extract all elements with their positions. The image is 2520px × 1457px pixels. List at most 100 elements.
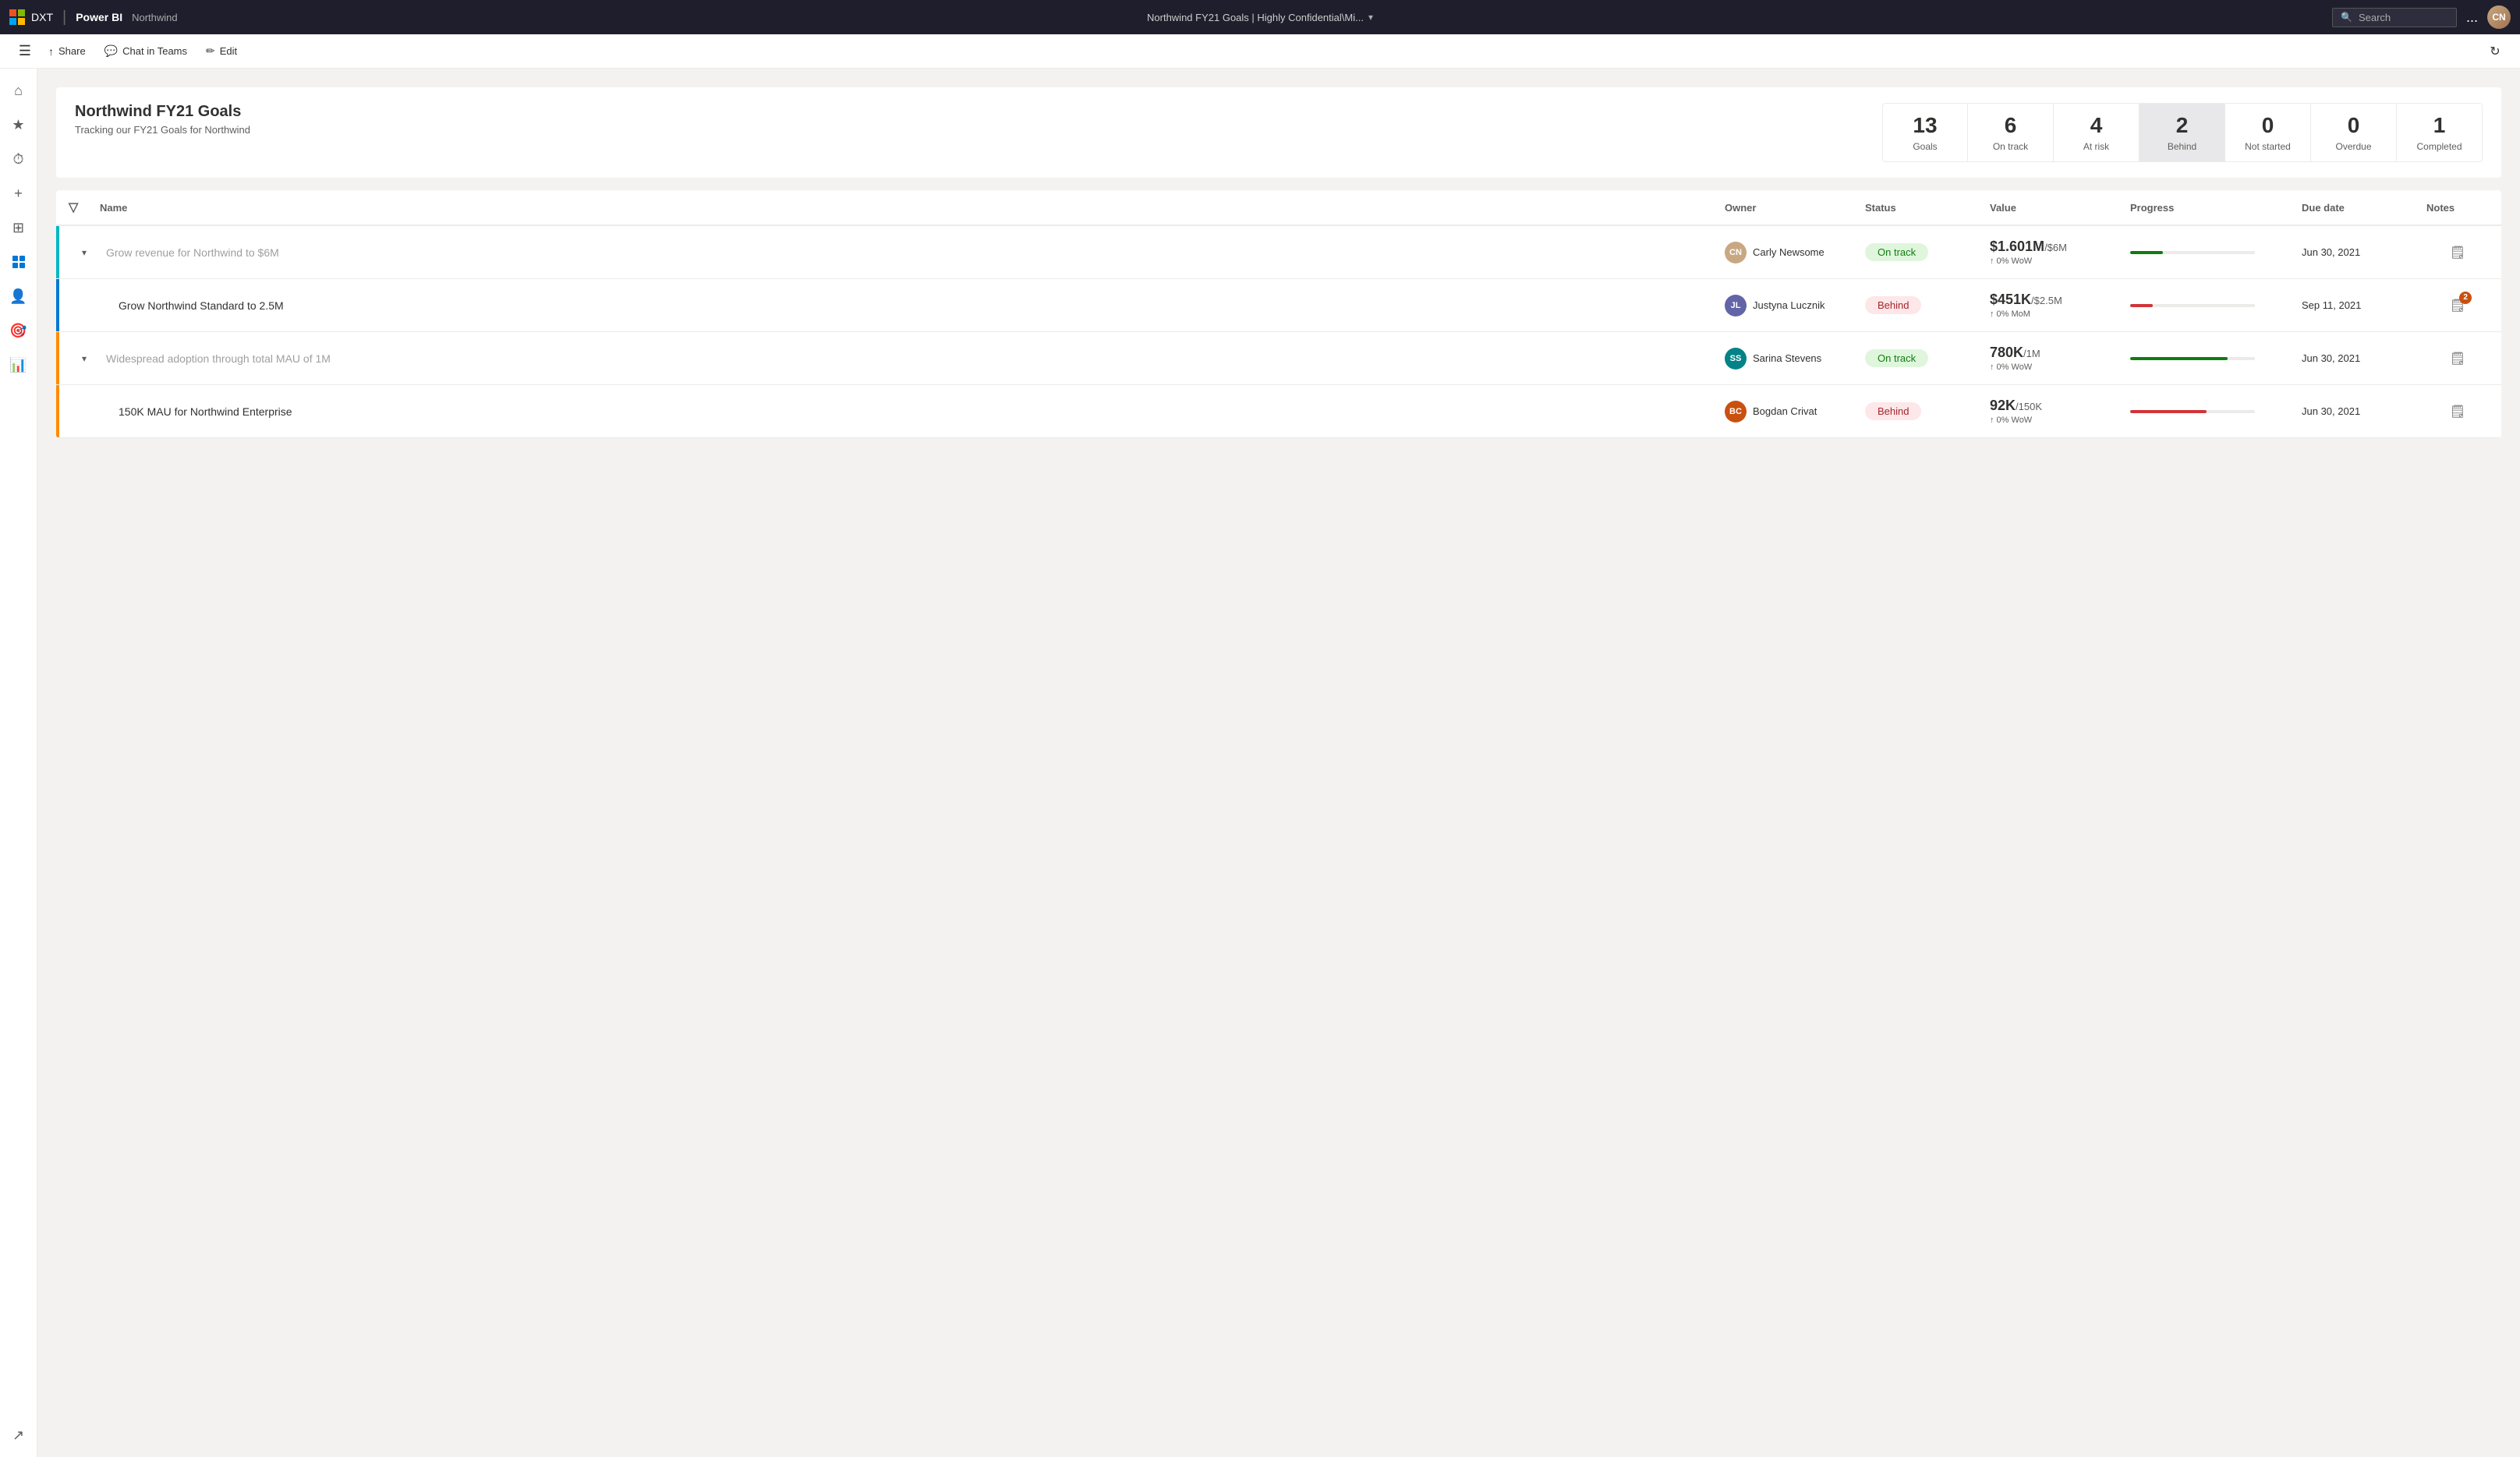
value-change: ↑ 0% MoM xyxy=(1990,309,2130,319)
search-box[interactable]: 🔍 Search xyxy=(2332,8,2457,27)
notes-icon[interactable]: 🗒 xyxy=(2450,404,2465,419)
metric-card-behind[interactable]: 2Behind xyxy=(2140,103,2225,162)
share-label: Share xyxy=(58,45,86,57)
expand-icon[interactable]: ▾ xyxy=(69,353,100,364)
chat-in-teams-button[interactable]: 💬 Chat in Teams xyxy=(97,40,195,62)
share-button[interactable]: ↑ Share xyxy=(41,41,94,62)
report-full-name: Northwind FY21 Goals | Highly Confidenti… xyxy=(1147,12,1364,23)
row-border-left xyxy=(56,226,59,278)
metrics-row: 13Goals6On track4At risk2Behind0Not star… xyxy=(1882,103,2483,162)
sidebar-item-apps[interactable]: ⊞ xyxy=(3,212,34,243)
sidebar-item-create[interactable]: + xyxy=(3,178,34,209)
search-icon: 🔍 xyxy=(2341,12,2352,23)
row-border-left xyxy=(56,279,59,331)
progress-bar-bg xyxy=(2130,251,2255,254)
progress-bar-container xyxy=(2130,357,2255,360)
status-badge: Behind xyxy=(1865,296,1921,314)
table-header-row: ▽ Name Owner Status Value Progress Due d… xyxy=(56,190,2501,226)
progress-bar-fill xyxy=(2130,357,2228,360)
sidebar-item-learning[interactable]: 📊 xyxy=(3,349,34,380)
progress-bar-fill xyxy=(2130,304,2153,307)
sidebar-item-goals[interactable]: 🎯 xyxy=(3,315,34,346)
progress-bar-bg xyxy=(2130,410,2255,413)
goals-table: ▽ Name Owner Status Value Progress Due d… xyxy=(56,190,2501,438)
value-main: 780K xyxy=(1990,345,2023,360)
sidebar-item-external[interactable]: ↗ xyxy=(3,1420,34,1451)
top-bar-right: 🔍 Search ... CN xyxy=(2332,5,2511,29)
col-due-date: Due date xyxy=(2302,202,2426,214)
chevron-down-icon[interactable]: ▾ xyxy=(1368,12,1373,23)
value-target: /$2.5M xyxy=(2031,295,2062,306)
progress-bar-container xyxy=(2130,410,2255,413)
row-status: On track xyxy=(1865,243,1990,261)
owner-name: Carly Newsome xyxy=(1753,246,1825,258)
notes-cell[interactable]: 🗒 2 xyxy=(2426,298,2489,313)
row-owner: BC Bogdan Crivat xyxy=(1725,401,1865,423)
owner-avatar: BC xyxy=(1725,401,1747,423)
notes-icon[interactable]: 🗒 xyxy=(2450,351,2465,366)
notes-cell[interactable]: 🗒 xyxy=(2426,404,2489,419)
row-status: Behind xyxy=(1865,296,1990,314)
metric-card-completed[interactable]: 1Completed xyxy=(2397,103,2483,162)
metric-card-not-started[interactable]: 0Not started xyxy=(2225,103,2311,162)
menu-toggle-button[interactable]: ☰ xyxy=(12,39,37,64)
row-due-date: Jun 30, 2021 xyxy=(2302,405,2426,417)
chat-label: Chat in Teams xyxy=(122,45,187,57)
progress-bar-bg xyxy=(2130,304,2255,307)
value-target: /$6M xyxy=(2044,242,2067,253)
edit-label: Edit xyxy=(220,45,237,57)
sidebar-item-favorites[interactable]: ★ xyxy=(3,109,34,140)
owner-avatar: SS xyxy=(1725,348,1747,370)
metric-card-overdue[interactable]: 0Overdue xyxy=(2311,103,2397,162)
app-layout: ⌂ ★ ⏱ + ⊞ 👤 🎯 📊 ↗ Northwind FY21 Goals T… xyxy=(0,69,2520,1457)
status-badge: On track xyxy=(1865,243,1928,261)
notes-cell[interactable]: 🗒 xyxy=(2426,351,2489,366)
notes-icon[interactable]: 🗒 xyxy=(2450,245,2465,260)
notes-cell[interactable]: 🗒 xyxy=(2426,245,2489,260)
metric-card-on-track[interactable]: 6On track xyxy=(1968,103,2054,162)
row-due-date: Jun 30, 2021 xyxy=(2302,352,2426,364)
expand-icon[interactable]: ▾ xyxy=(69,247,100,258)
row-border-left xyxy=(56,332,59,384)
col-progress: Progress xyxy=(2130,202,2302,214)
value-target: /1M xyxy=(2023,348,2040,359)
notes-icon[interactable]: 🗒 2 xyxy=(2450,298,2465,313)
value-main: $451K xyxy=(1990,292,2031,307)
filter-icon[interactable]: ▽ xyxy=(69,200,100,215)
nav-divider: | xyxy=(62,9,66,27)
top-nav-bar: DXT | Power BI Northwind Northwind FY21 … xyxy=(0,0,2520,34)
col-notes: Notes xyxy=(2426,202,2489,214)
more-options-button[interactable]: ... xyxy=(2466,9,2478,26)
report-name-short: Northwind xyxy=(132,12,178,23)
value-change: ↑ 0% WoW xyxy=(1990,362,2130,372)
owner-avatar: JL xyxy=(1725,295,1747,317)
report-title: Northwind FY21 Goals xyxy=(75,103,1863,121)
sidebar-item-home[interactable]: ⌂ xyxy=(3,75,34,106)
table-body: ▾ Grow revenue for Northwind to $6M CN C… xyxy=(56,226,2501,438)
metric-card-goals[interactable]: 13Goals xyxy=(1882,103,1968,162)
left-sidebar: ⌂ ★ ⏱ + ⊞ 👤 🎯 📊 ↗ xyxy=(0,69,37,1457)
owner-name: Justyna Lucznik xyxy=(1753,299,1825,311)
progress-bar-container xyxy=(2130,251,2255,254)
edit-icon: ✏ xyxy=(206,44,215,58)
row-value: 780K/1M ↑ 0% WoW xyxy=(1990,345,2130,372)
row-value: $451K/$2.5M ↑ 0% MoM xyxy=(1990,292,2130,319)
sidebar-item-scorecard[interactable] xyxy=(3,246,34,278)
row-name: Widespread adoption through total MAU of… xyxy=(100,352,1725,365)
refresh-button[interactable]: ↻ xyxy=(2483,39,2508,64)
row-status: On track xyxy=(1865,349,1990,367)
sidebar-item-recent[interactable]: ⏱ xyxy=(3,143,34,175)
row-value: 92K/150K ↑ 0% WoW xyxy=(1990,398,2130,425)
value-change: ↑ 0% WoW xyxy=(1990,416,2130,425)
report-header: Northwind FY21 Goals Tracking our FY21 G… xyxy=(56,87,2501,178)
power-bi-label: Power BI xyxy=(76,11,122,23)
row-owner: CN Carly Newsome xyxy=(1725,242,1865,263)
avatar[interactable]: CN xyxy=(2487,5,2511,29)
value-target: /150K xyxy=(2016,401,2042,412)
col-status: Status xyxy=(1865,202,1990,214)
sidebar-item-people[interactable]: 👤 xyxy=(3,281,34,312)
progress-bar-fill xyxy=(2130,251,2163,254)
owner-name: Sarina Stevens xyxy=(1753,352,1821,364)
edit-button[interactable]: ✏ Edit xyxy=(198,40,245,62)
metric-card-at-risk[interactable]: 4At risk xyxy=(2054,103,2140,162)
